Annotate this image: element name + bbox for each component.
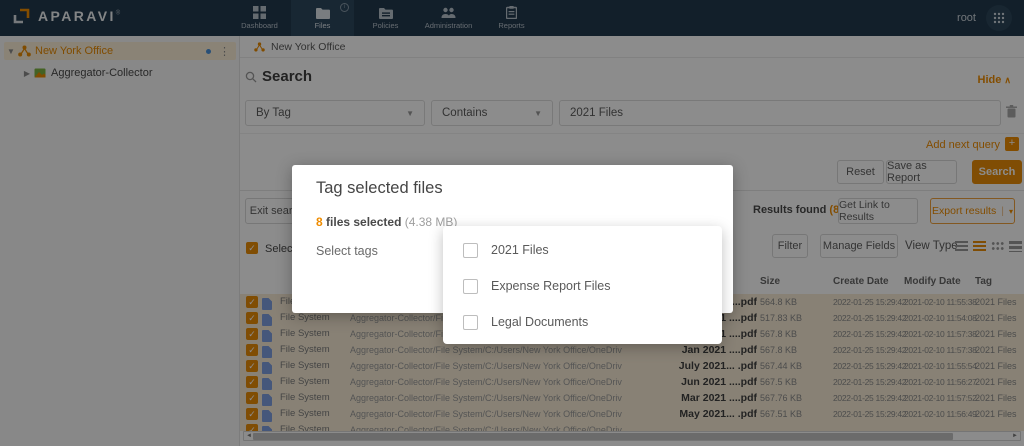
tags-dropdown: 2021 Files Expense Report Files Legal Do… xyxy=(443,226,722,344)
selected-count: 8 xyxy=(316,215,323,229)
tag-option-2021-files[interactable]: 2021 Files xyxy=(443,232,722,268)
app-window: APARAVI® Dashboard Files i xyxy=(0,0,1024,446)
files-selected-summary: 8 files selected (4.38 MB) xyxy=(316,215,457,229)
select-tags-label: Select tags xyxy=(316,244,378,258)
tag-option-legal-documents[interactable]: Legal Documents xyxy=(443,304,722,340)
modal-title: Tag selected files xyxy=(316,179,443,198)
checkbox-icon[interactable] xyxy=(463,315,478,330)
checkbox-icon[interactable] xyxy=(463,279,478,294)
tag-option-expense-report-files[interactable]: Expense Report Files xyxy=(443,268,722,304)
checkbox-icon[interactable] xyxy=(463,243,478,258)
